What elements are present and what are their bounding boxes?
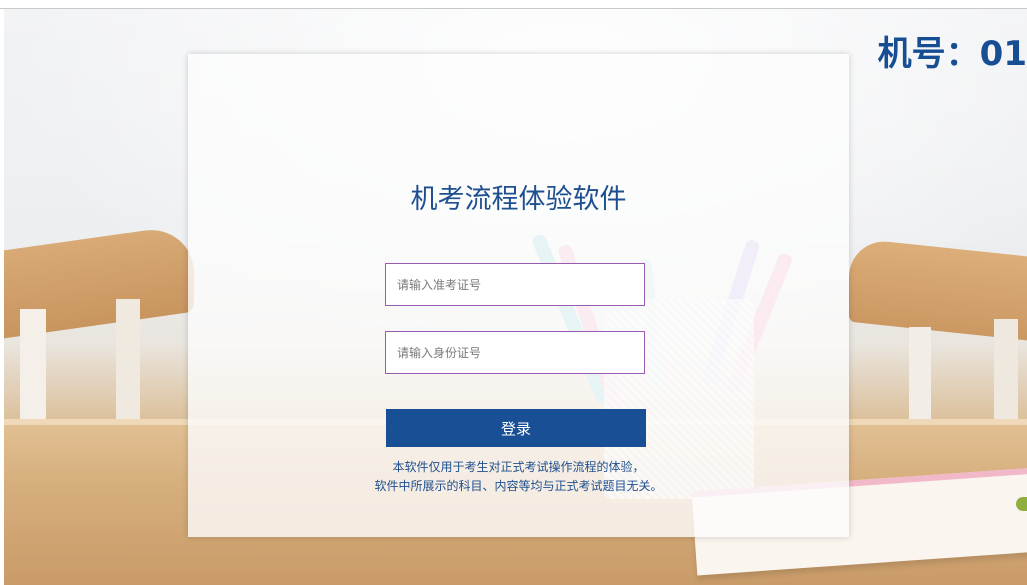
disclaimer: 本软件仅用于考生对正式考试操作流程的体验， 软件中所展示的科目、内容等均与正式考… [188, 458, 849, 496]
disclaimer-line: 本软件仅用于考生对正式考试操作流程的体验， [392, 460, 645, 474]
chair-left-leg [20, 309, 46, 429]
id-card-field [385, 331, 645, 374]
chair-left-leg [116, 299, 140, 429]
exam-id-input[interactable] [386, 264, 644, 305]
green-object [1016, 497, 1027, 511]
disclaimer-line: 软件中所展示的科目、内容等均与正式考试题目无关。 [374, 479, 663, 493]
id-card-input[interactable] [386, 332, 644, 373]
chair-right-leg [909, 327, 931, 427]
exam-id-field [385, 263, 645, 306]
login-panel: 机考流程体验软件 登录 本软件仅用于考生对正式考试操作流程的体验， 软件中所展示… [188, 54, 849, 537]
app-title: 机考流程体验软件 [410, 184, 627, 215]
chair-right-leg [994, 319, 1018, 427]
login-button[interactable]: 登录 [386, 409, 646, 447]
machine-number: 机号：01 [877, 34, 1027, 74]
